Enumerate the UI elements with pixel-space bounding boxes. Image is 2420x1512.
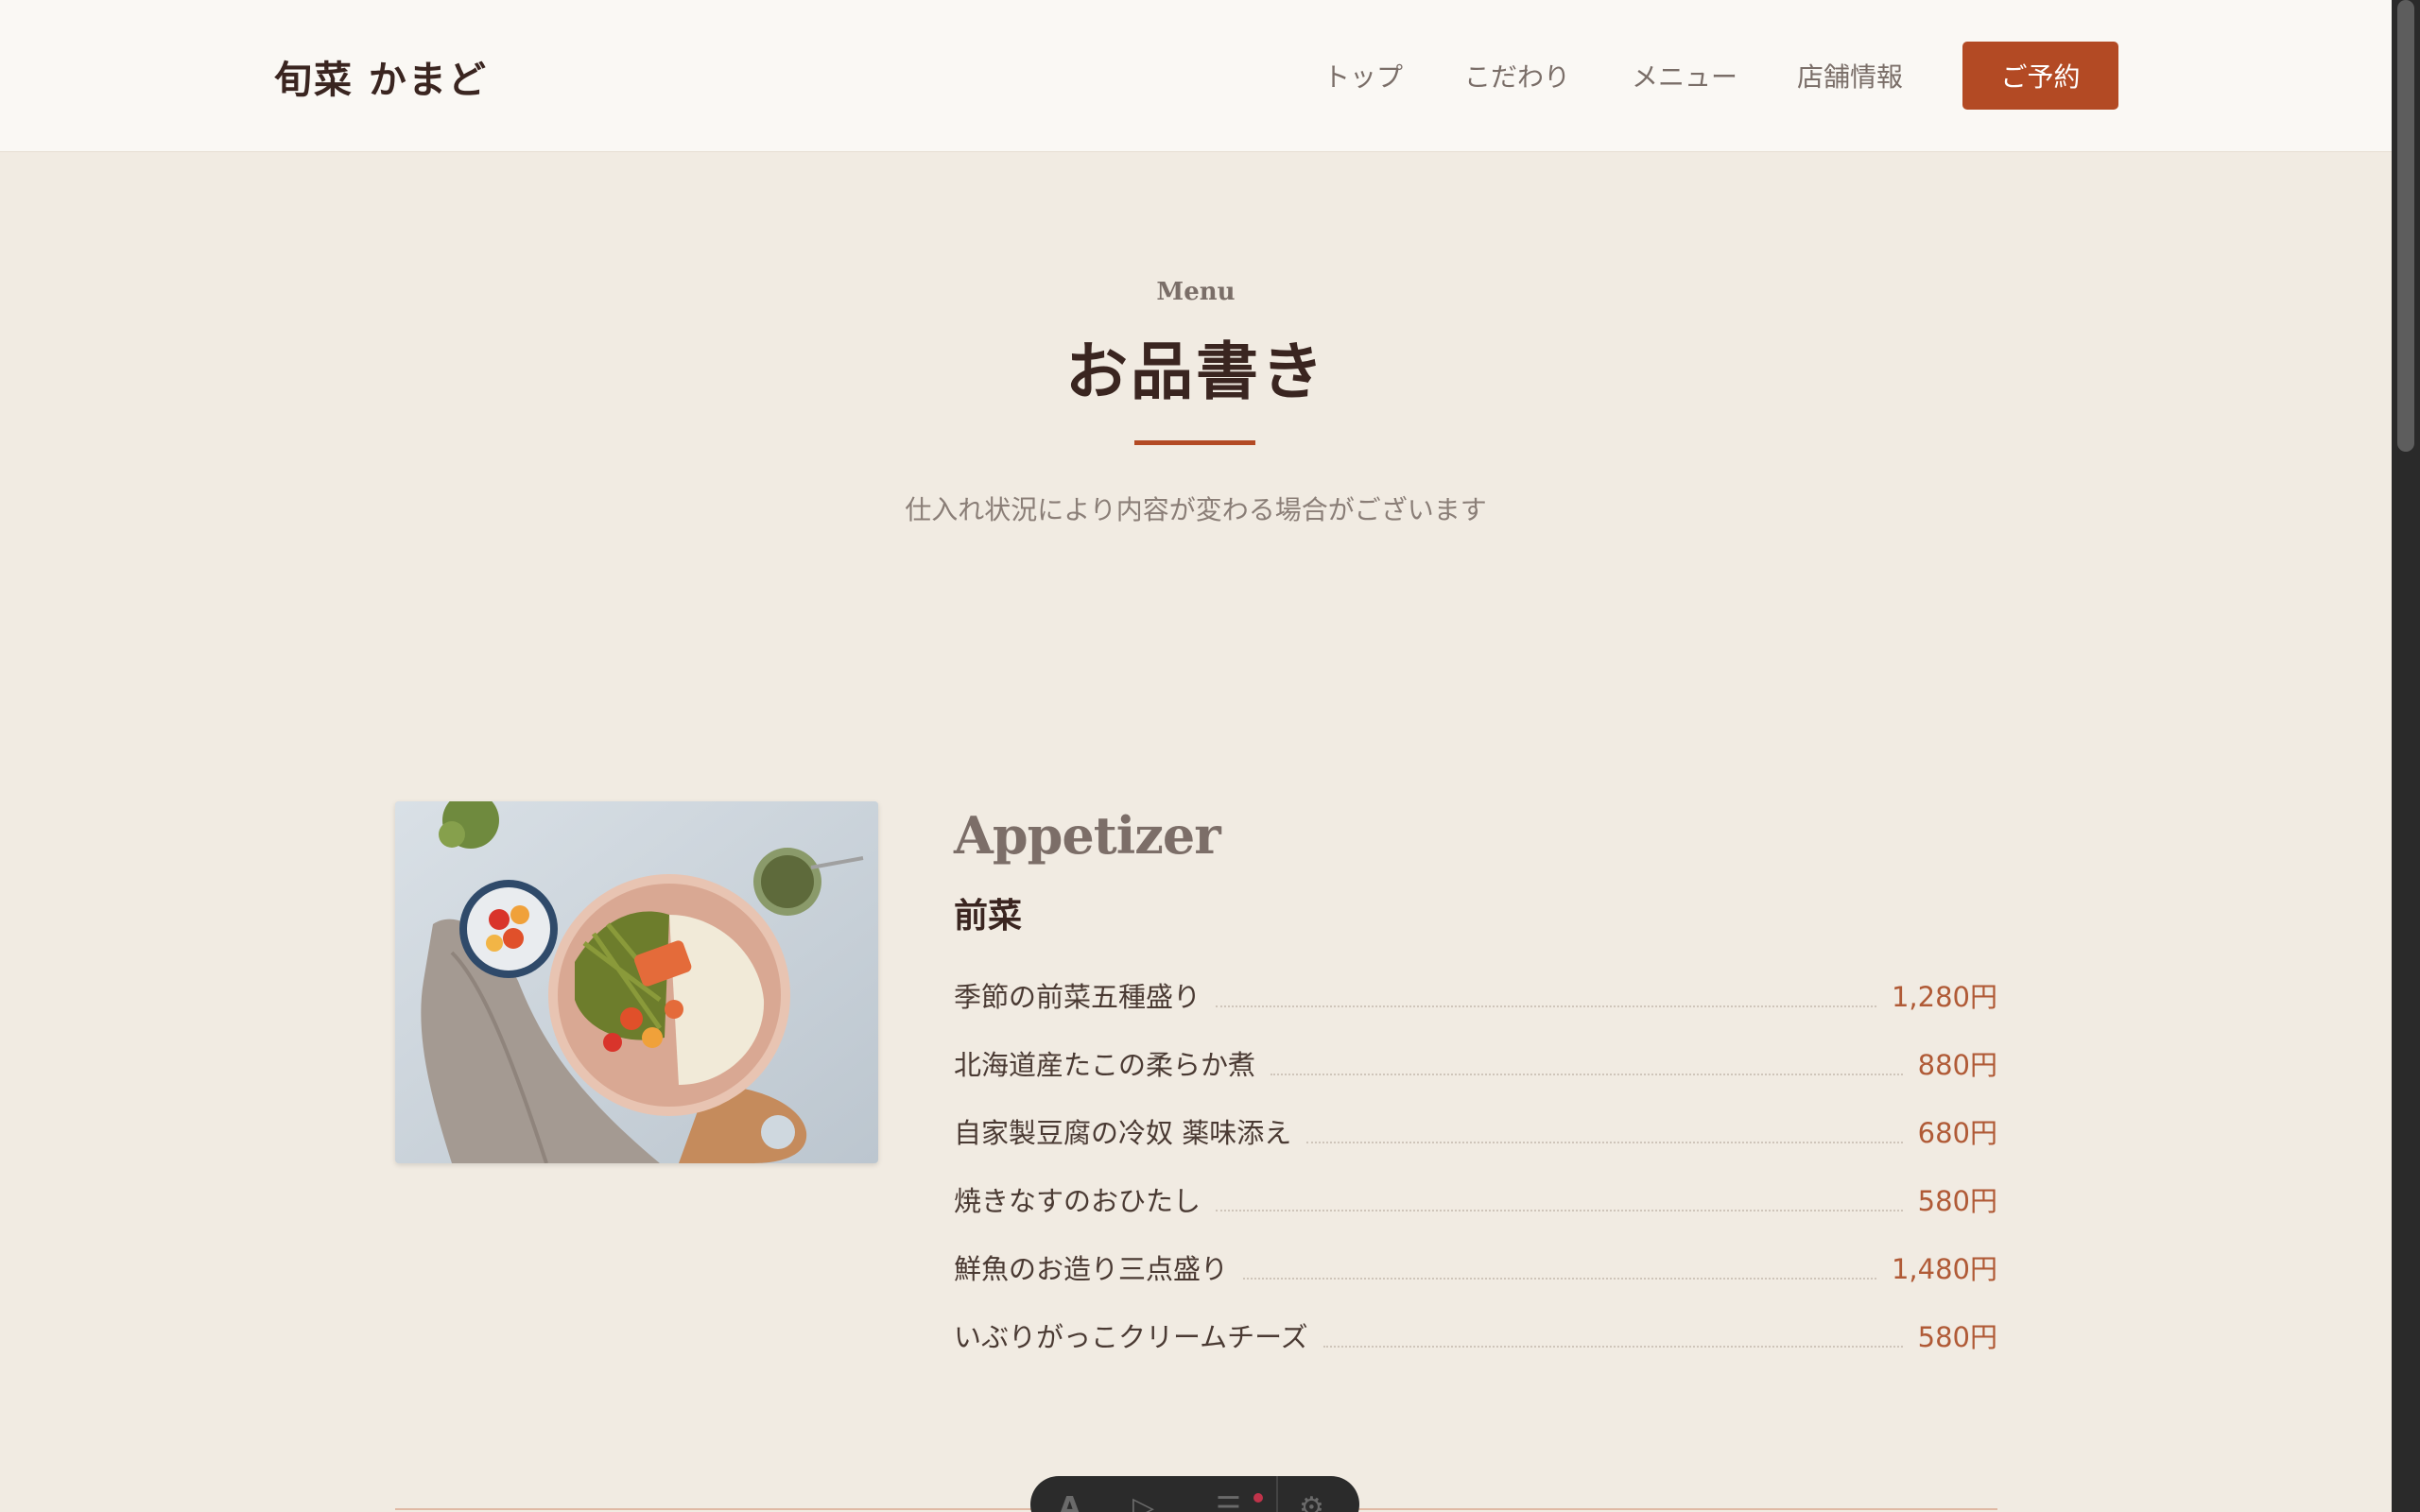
category-title-en: Appetizer bbox=[954, 805, 1221, 866]
menu-item-price: 1,480円 bbox=[1891, 1253, 1997, 1285]
pointer-icon[interactable]: ▷ bbox=[1132, 1491, 1154, 1512]
section-label: Menu bbox=[1156, 278, 1236, 306]
menu-item: 焼きなすのおひたし 580円 bbox=[954, 1177, 1997, 1219]
dotted-leader bbox=[1243, 1278, 1876, 1280]
menu-item-price: 680円 bbox=[1917, 1117, 1997, 1149]
menu-item: 自家製豆腐の冷奴 薬味添え 680円 bbox=[954, 1109, 1997, 1151]
nav-item-store-info[interactable]: 店舗情報 bbox=[1797, 57, 1903, 94]
dotted-leader bbox=[1270, 1074, 1903, 1075]
menu-item-price: 880円 bbox=[1917, 1049, 1997, 1081]
appetizer-photo bbox=[395, 801, 878, 1163]
menu-item-name: 北海道産たこの柔らか煮 bbox=[954, 1049, 1256, 1081]
dotted-leader bbox=[1306, 1142, 1903, 1143]
dotted-leader bbox=[1216, 1005, 1876, 1007]
category-title-jp: 前菜 bbox=[954, 897, 1023, 936]
page-title: お品書き bbox=[1065, 335, 1326, 408]
nav-item-top[interactable]: トップ bbox=[1323, 57, 1403, 94]
dotted-leader bbox=[1216, 1210, 1903, 1211]
menu-item: 鮮魚のお造り三点盛り 1,480円 bbox=[954, 1246, 1997, 1287]
notification-dot bbox=[1253, 1493, 1263, 1503]
menu-item-price: 1,280円 bbox=[1891, 981, 1997, 1013]
text-icon[interactable]: A bbox=[1059, 1491, 1080, 1512]
toolbar-separator bbox=[1276, 1476, 1278, 1512]
floating-toolbar: A ▷ ☰ ⚙ bbox=[1030, 1476, 1359, 1512]
menu-item: 季節の前菜五種盛り 1,280円 bbox=[954, 973, 1997, 1015]
menu-item-name: 自家製豆腐の冷奴 薬味添え bbox=[954, 1117, 1292, 1149]
gear-icon[interactable]: ⚙ bbox=[1299, 1491, 1324, 1512]
section-subtitle: 仕入れ状況により内容が変わる場合がございます bbox=[905, 494, 1487, 525]
title-divider bbox=[1134, 440, 1255, 445]
nav-item-kodawari[interactable]: こだわり bbox=[1464, 57, 1570, 94]
menu-item-price: 580円 bbox=[1917, 1321, 1997, 1353]
menu-icon[interactable]: ☰ bbox=[1216, 1491, 1241, 1512]
site-header: 旬菜 かまど トップ こだわり メニュー 店舗情報 ご予約 bbox=[0, 0, 2392, 152]
menu-item-name: 鮮魚のお造り三点盛り bbox=[954, 1253, 1229, 1285]
menu-item-name: 季節の前菜五種盛り bbox=[954, 981, 1201, 1013]
menu-item: いぶりがっこクリームチーズ 580円 bbox=[954, 1314, 1997, 1355]
reserve-button[interactable]: ご予約 bbox=[1962, 42, 2118, 110]
menu-item-name: 焼きなすのおひたし bbox=[954, 1185, 1201, 1217]
brand-logo[interactable]: 旬菜 かまど bbox=[274, 49, 488, 104]
scrollbar-thumb[interactable] bbox=[2397, 0, 2414, 452]
menu-item-name: いぶりがっこクリームチーズ bbox=[954, 1321, 1308, 1353]
dotted-leader bbox=[1322, 1346, 1903, 1348]
menu-item-price: 580円 bbox=[1917, 1185, 1997, 1217]
menu-item: 北海道産たこの柔らか煮 880円 bbox=[954, 1041, 1997, 1083]
nav-item-menu[interactable]: メニュー bbox=[1632, 57, 1737, 94]
